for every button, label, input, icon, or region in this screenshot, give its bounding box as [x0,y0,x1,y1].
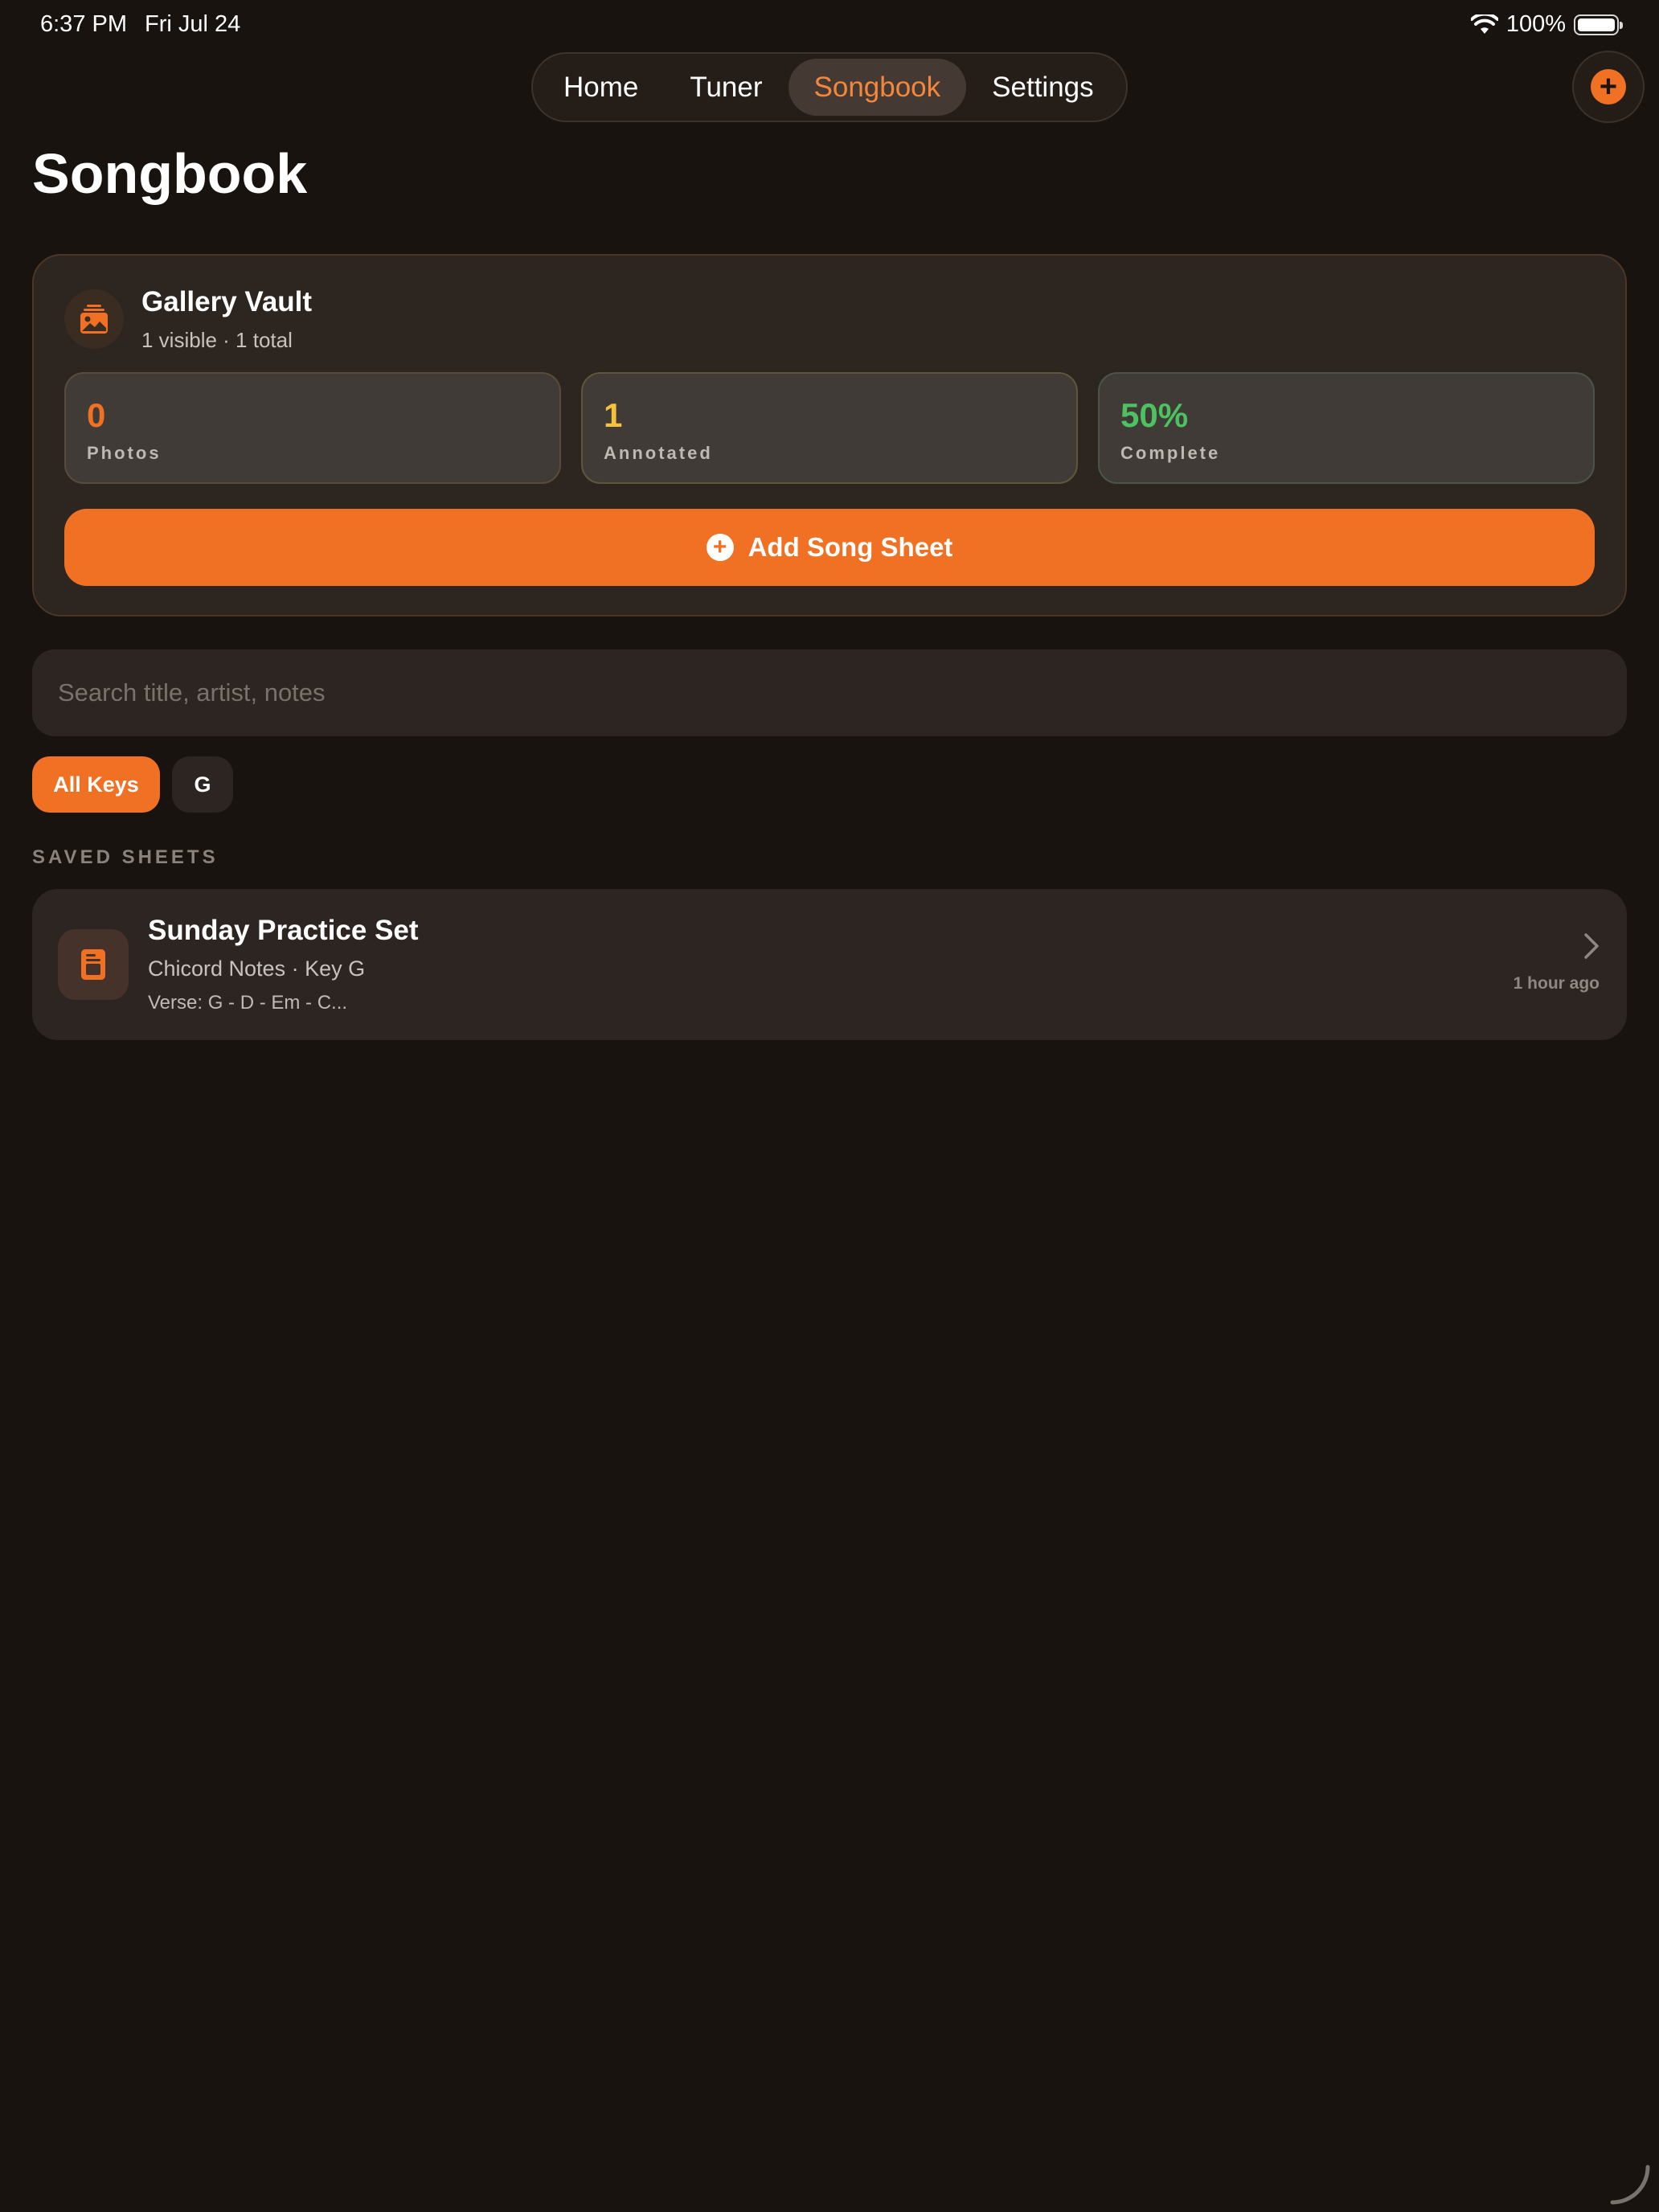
plus-circle-icon: + [706,534,734,561]
songbook-screen: 6:37 PM Fri Jul 24 100% Home Tuner Songb… [0,0,1659,2212]
search-input[interactable] [32,649,1627,736]
resize-handle-icon [1610,2165,1650,2205]
status-time: 6:37 PM [40,11,127,37]
stat-annotated-value: 1 [604,396,623,434]
gallery-vault-card: Gallery Vault 1 visible · 1 total 0 Phot… [32,254,1627,616]
stat-annotated-label: Annotated [604,443,713,463]
stat-annotated: 1 Annotated [581,372,1078,484]
battery-percent: 100% [1505,11,1566,37]
status-bar-left: 6:37 PM Fri Jul 24 [40,11,240,38]
filter-chip-g[interactable]: G [172,756,233,813]
sheet-meta: Chicord Notes · Key G [148,956,366,981]
battery-icon [1574,14,1623,35]
status-bar-right: 100% [1470,11,1623,38]
add-song-sheet-label: Add Song Sheet [748,532,953,562]
sheet-preview: Verse: G - D - Em - C... [148,992,348,1014]
section-label-saved-sheets: SAVED SHEETS [32,846,219,868]
tab-home[interactable]: Home [538,59,664,116]
page-title: Songbook [32,142,308,205]
plus-circle-icon: + [1591,69,1626,104]
sheet-timestamp: 1 hour ago [1513,974,1600,993]
add-button[interactable]: + [1572,51,1645,123]
tab-tuner[interactable]: Tuner [664,59,788,116]
add-song-sheet-button[interactable]: + Add Song Sheet [64,509,1595,586]
stat-photos-value: 0 [87,396,106,434]
stat-photos-label: Photos [87,443,162,463]
stat-complete-label: Complete [1120,443,1221,463]
sheet-row[interactable]: Sunday Practice Set Chicord Notes · Key … [32,889,1627,1040]
sheet-title: Sunday Practice Set [148,915,419,946]
stat-photos: 0 Photos [64,372,561,484]
tab-songbook[interactable]: Songbook [788,59,967,116]
status-date: Fri Jul 24 [145,11,241,37]
wifi-icon [1470,14,1498,34]
stat-complete-value: 50% [1120,396,1189,434]
filter-chip-all-keys[interactable]: All Keys [32,756,160,813]
gallery-icon [64,289,124,349]
vault-subtitle: 1 visible · 1 total [141,328,293,352]
vault-title: Gallery Vault [141,286,313,317]
chevron-right-icon [1584,933,1599,959]
top-tab-bar: Home Tuner Songbook Settings [531,52,1128,122]
tab-settings[interactable]: Settings [966,59,1119,116]
document-icon [58,929,129,1000]
stat-complete: 50% Complete [1098,372,1595,484]
